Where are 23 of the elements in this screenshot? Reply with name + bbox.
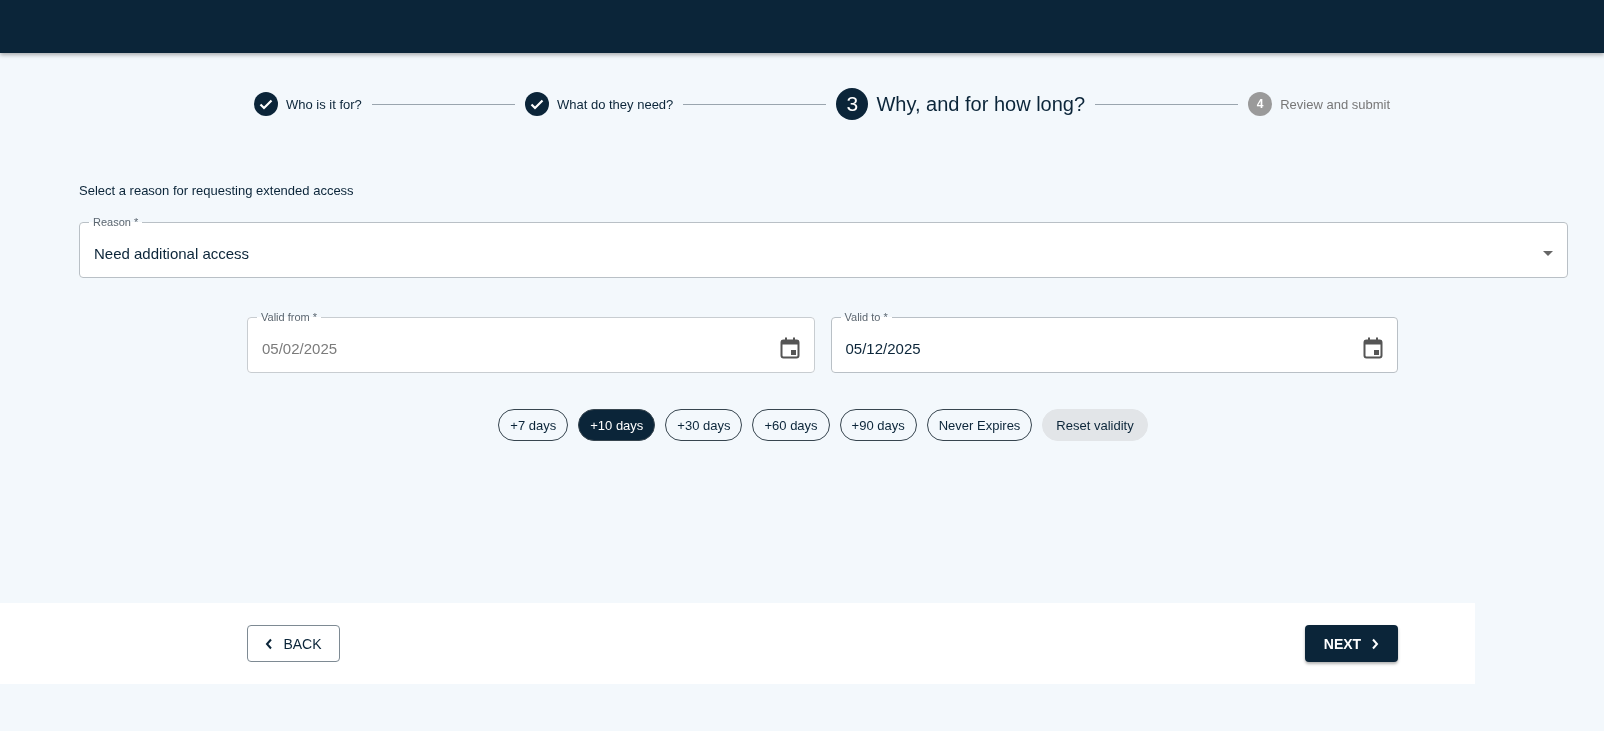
duration-chip[interactable]: +10 days: [578, 409, 656, 441]
calendar-icon[interactable]: [1363, 337, 1383, 359]
prompt-text: Select a reason for requesting extended access: [79, 183, 355, 198]
step-label: What do they need?: [556, 96, 674, 112]
reset-button[interactable]: Reset validity: [1042, 409, 1148, 441]
step-label: Who is it for?: [286, 96, 362, 112]
step-number: 3: [836, 88, 869, 120]
next-button[interactable]: NEXT: [1305, 625, 1398, 662]
step-label: Why, and for how long?: [876, 92, 1086, 116]
field-label: Valid from *: [260, 311, 319, 324]
field-value: 05/12/2025: [845, 339, 922, 357]
date-field[interactable]: Valid to * 05/12/2025: [830, 311, 1398, 373]
back-button[interactable]: BACK: [247, 625, 340, 662]
field-label: Reason *: [92, 216, 140, 229]
field-value: 05/02/2025: [262, 339, 339, 357]
chevron-left-icon: [265, 637, 274, 650]
chevron-right-icon: [1371, 637, 1380, 650]
field-value: Need additional access: [94, 244, 251, 262]
caret-icon: [1543, 250, 1553, 256]
reason-dropdown[interactable]: Reason * Need additional access: [79, 216, 1568, 278]
field-label: Valid to *: [843, 311, 889, 324]
step-label: Review and submit: [1280, 96, 1390, 112]
step-number: 4: [1248, 92, 1273, 116]
